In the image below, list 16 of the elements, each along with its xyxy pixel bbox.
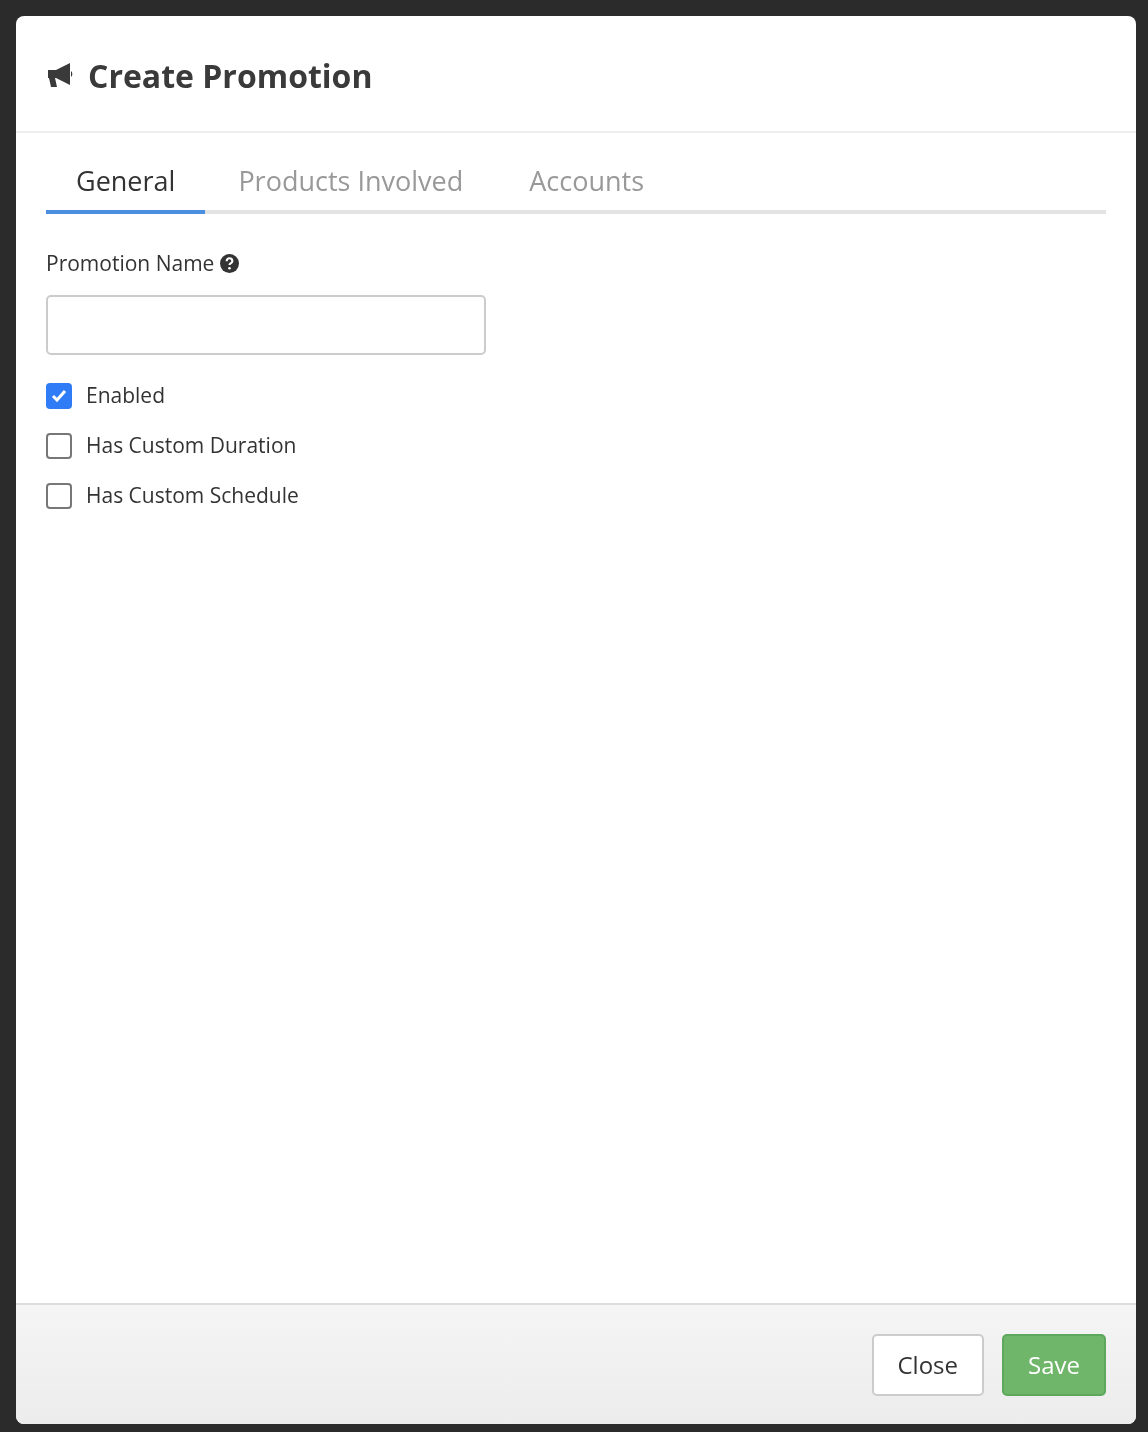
checkbox-label: Has Custom Duration	[86, 430, 297, 462]
save-button[interactable]: Save	[1002, 1333, 1106, 1396]
tab[interactable]: Accounts	[496, 161, 678, 214]
dialog-title: Create Promotion	[88, 52, 373, 99]
checkbox-label: Enabled	[86, 380, 165, 412]
input-field[interactable]	[46, 295, 486, 355]
field-label: Promotion Name	[46, 247, 215, 279]
tab[interactable]: Products Involved	[205, 161, 497, 214]
close-button[interactable]: Close	[871, 1333, 985, 1396]
help-icon	[220, 253, 240, 273]
checkbox[interactable]	[46, 483, 72, 509]
checkbox[interactable]	[46, 433, 72, 459]
checkbox[interactable]	[46, 383, 72, 409]
tab[interactable]: General	[46, 161, 206, 214]
checkbox-label: Has Custom Schedule	[86, 480, 299, 512]
checkmark-icon	[51, 389, 67, 403]
